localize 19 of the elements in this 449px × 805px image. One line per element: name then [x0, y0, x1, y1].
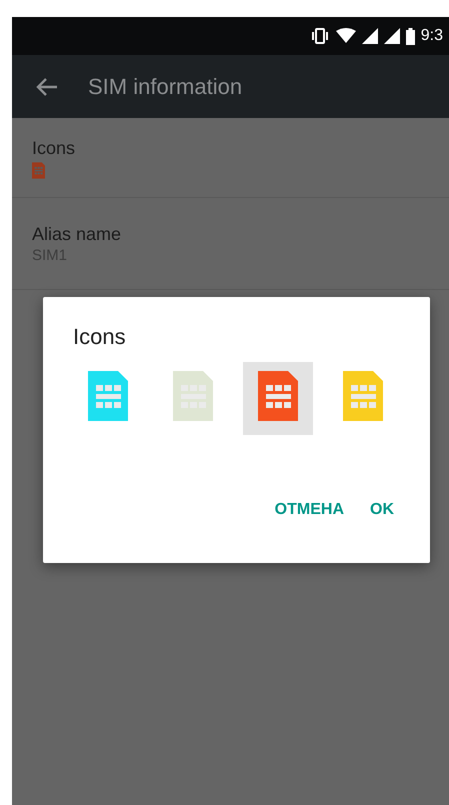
wifi-icon [336, 28, 356, 44]
dialog-title: Icons [73, 324, 127, 350]
sim-card-icon [258, 371, 298, 421]
settings-row[interactable]: Icons [12, 118, 449, 198]
dialog-button[interactable]: ОТМЕНА [266, 495, 352, 525]
sim-card-icon [88, 371, 128, 421]
signal-icon [362, 28, 378, 44]
status-time: 9:3 [420, 27, 443, 45]
vibrate-icon [310, 28, 330, 44]
back-arrow-icon[interactable] [36, 76, 58, 96]
sim-card-icon [173, 371, 213, 421]
signal-icon [384, 28, 400, 44]
setting-title: Icons [32, 137, 76, 159]
screen-title: SIM information [88, 74, 242, 100]
battery-icon [406, 28, 415, 44]
icon-option[interactable] [243, 362, 313, 435]
dialog-button[interactable]: OK [362, 495, 402, 525]
setting-title: Alias name [32, 223, 122, 245]
sim-card-icon [343, 371, 383, 421]
